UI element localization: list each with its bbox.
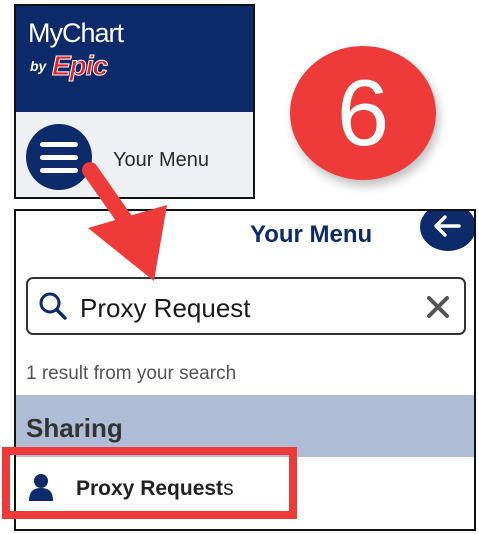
epic-logo: Epic (51, 50, 108, 82)
pointer-arrow (82, 162, 167, 281)
arrow-left-icon (434, 215, 461, 237)
panel-title: Your Menu (250, 221, 373, 248)
mychart-wordmark: MyChart (28, 18, 124, 48)
close-icon[interactable] (426, 295, 450, 319)
menu-search-input[interactable]: Proxy Request (26, 277, 466, 335)
back-button[interactable] (420, 211, 474, 251)
result-count: 1 result from your search (26, 363, 237, 384)
brand-bar: MyChart by Epic (16, 6, 253, 112)
by-label: by (30, 58, 47, 74)
tutorial-screenshot: MyChart by Epic Your Menu 6 Your Menu Pr… (0, 0, 479, 534)
search-query-text[interactable]: Proxy Request (80, 293, 251, 324)
search-icon (39, 292, 67, 320)
step-number-badge: 6 (290, 46, 436, 180)
highlight-box (2, 447, 297, 519)
section-label: Sharing (26, 413, 123, 443)
